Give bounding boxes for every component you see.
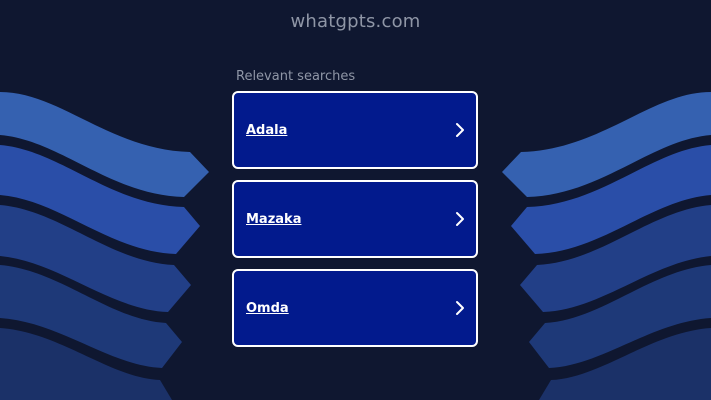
search-link-label: Omda	[246, 300, 289, 316]
relevant-searches-panel: Relevant searches Adala Mazaka Omda	[232, 69, 478, 358]
left-wave-group	[0, 92, 209, 400]
chevron-right-icon	[456, 123, 464, 137]
search-link-label: Adala	[246, 122, 288, 138]
chevron-right-icon	[456, 212, 464, 226]
domain-title[interactable]: whatgpts.com	[0, 11, 711, 32]
search-link-omda[interactable]: Omda	[232, 269, 478, 347]
search-link-adala[interactable]: Adala	[232, 91, 478, 169]
search-link-mazaka[interactable]: Mazaka	[232, 180, 478, 258]
relevant-searches-label: Relevant searches	[236, 69, 356, 84]
search-link-label: Mazaka	[246, 211, 302, 227]
chevron-right-icon	[456, 301, 464, 315]
right-wave-group	[502, 92, 711, 400]
